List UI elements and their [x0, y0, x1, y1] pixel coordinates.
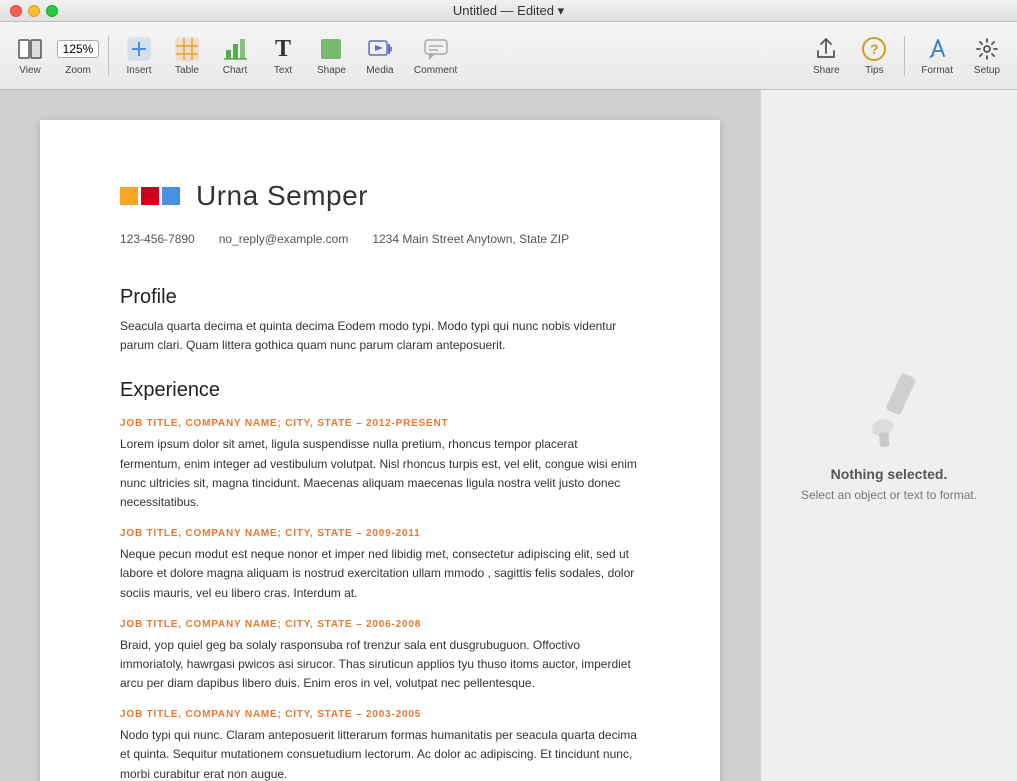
contact-line: 123-456-7890 no_reply@example.com 1234 M…: [120, 232, 640, 246]
zoom-label: Zoom: [65, 65, 91, 76]
minimize-button[interactable]: [28, 5, 40, 17]
traffic-lights: [10, 5, 58, 17]
separator-1: [108, 36, 109, 76]
comment-group[interactable]: Comment: [406, 31, 465, 80]
text-icon: T: [269, 35, 297, 63]
email: no_reply@example.com: [219, 232, 349, 246]
document-area[interactable]: Urna Semper 123-456-7890 no_reply@exampl…: [0, 90, 760, 781]
setup-group[interactable]: Setup: [965, 31, 1009, 80]
shape-label: Shape: [317, 65, 346, 76]
color-block-blue: [162, 187, 180, 205]
media-icon: [366, 35, 394, 63]
view-icon: [16, 35, 44, 63]
format-group[interactable]: Format: [913, 31, 961, 80]
resume-header: Urna Semper: [120, 180, 640, 212]
format-label: Format: [921, 65, 953, 76]
share-label: Share: [813, 65, 840, 76]
phone: 123-456-7890: [120, 232, 195, 246]
text-label: Text: [274, 65, 292, 76]
tips-group[interactable]: ? Tips: [852, 31, 896, 80]
view-group[interactable]: View: [8, 31, 52, 80]
job-desc-1: Lorem ipsum dolor sit amet, ligula suspe…: [120, 435, 640, 512]
share-group[interactable]: Share: [804, 31, 848, 80]
color-block-orange: [120, 187, 138, 205]
color-blocks: [120, 187, 180, 205]
experience-title: Experience: [120, 379, 640, 402]
job-desc-3: Braid, yop quiel geg ba solaly rasponsub…: [120, 636, 640, 694]
format-icon: [923, 35, 951, 63]
profile-section: Profile Seacula quarta decima et quinta …: [120, 286, 640, 355]
profile-text: Seacula quarta decima et quinta decima E…: [120, 317, 640, 355]
paintbrush-icon: [849, 370, 929, 450]
table-group[interactable]: Table: [165, 31, 209, 80]
zoom-group[interactable]: 125% Zoom: [56, 31, 100, 80]
shape-icon: [317, 35, 345, 63]
select-hint-text: Select an object or text to format.: [801, 488, 977, 502]
job-3: JOB TITLE, COMPANY NAME; CITY, STATE – 2…: [120, 619, 640, 694]
insert-group[interactable]: Insert: [117, 31, 161, 80]
text-group[interactable]: T Text: [261, 31, 305, 80]
zoom-display: 125%: [57, 40, 100, 58]
tips-label: Tips: [865, 65, 884, 76]
insert-label: Insert: [126, 65, 151, 76]
table-label: Table: [175, 65, 199, 76]
chart-label: Chart: [223, 65, 247, 76]
job-title-3: JOB TITLE, COMPANY NAME; CITY, STATE – 2…: [120, 619, 640, 630]
comment-label: Comment: [414, 65, 457, 76]
profile-title: Profile: [120, 286, 640, 309]
title-bar: Untitled — Edited ▾: [0, 0, 1017, 22]
job-desc-2: Neque pecun modut est neque nonor et imp…: [120, 545, 640, 603]
job-2: JOB TITLE, COMPANY NAME; CITY, STATE – 2…: [120, 528, 640, 603]
tips-icon: ?: [860, 35, 888, 63]
nothing-selected-text: Nothing selected.: [831, 466, 948, 482]
right-panel: Nothing selected. Select an object or te…: [760, 90, 1017, 781]
separator-2: [904, 36, 905, 76]
share-icon: [812, 35, 840, 63]
media-group[interactable]: Media: [358, 31, 402, 80]
job-title-4: JOB TITLE, COMPANY NAME; CITY, STATE – 2…: [120, 709, 640, 720]
toolbar: View 125% Zoom Insert: [0, 22, 1017, 90]
setup-label: Setup: [974, 65, 1000, 76]
media-label: Media: [366, 65, 393, 76]
address: 1234 Main Street Anytown, State ZIP: [372, 232, 569, 246]
job-desc-4: Nodo typi qui nunc. Claram anteposuerit …: [120, 726, 640, 781]
window-title: Untitled — Edited ▾: [453, 3, 564, 19]
shape-group[interactable]: Shape: [309, 31, 354, 80]
zoom-icon: 125%: [64, 35, 92, 63]
table-icon: [173, 35, 201, 63]
comment-icon: [422, 35, 450, 63]
job-4: JOB TITLE, COMPANY NAME; CITY, STATE – 2…: [120, 709, 640, 781]
maximize-button[interactable]: [46, 5, 58, 17]
job-title-2: JOB TITLE, COMPANY NAME; CITY, STATE – 2…: [120, 528, 640, 539]
resume-name: Urna Semper: [196, 180, 368, 212]
view-label: View: [19, 65, 41, 76]
setup-icon: [973, 35, 1001, 63]
chart-icon: [221, 35, 249, 63]
chart-group[interactable]: Chart: [213, 31, 257, 80]
close-button[interactable]: [10, 5, 22, 17]
document-page: Urna Semper 123-456-7890 no_reply@exampl…: [40, 120, 720, 781]
color-block-red: [141, 187, 159, 205]
insert-icon: [125, 35, 153, 63]
main-layout: Urna Semper 123-456-7890 no_reply@exampl…: [0, 90, 1017, 781]
experience-section: Experience JOB TITLE, COMPANY NAME; CITY…: [120, 379, 640, 781]
job-title-1: JOB TITLE, COMPANY NAME; CITY, STATE – 2…: [120, 418, 640, 429]
job-1: JOB TITLE, COMPANY NAME; CITY, STATE – 2…: [120, 418, 640, 512]
